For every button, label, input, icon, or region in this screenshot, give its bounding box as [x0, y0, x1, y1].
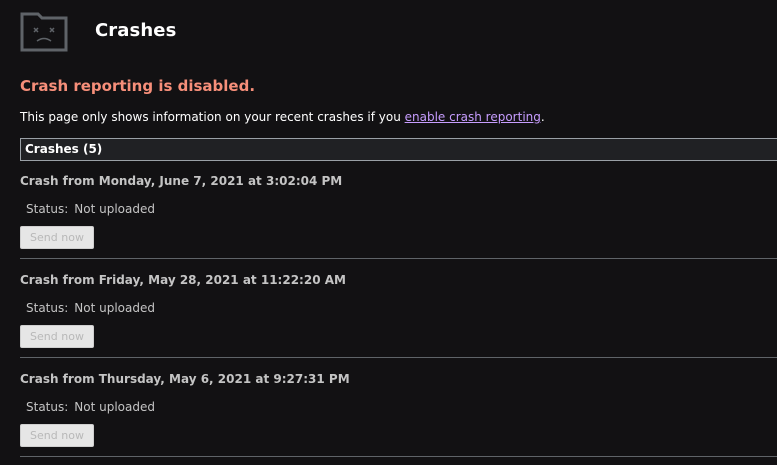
enable-crash-reporting-link[interactable]: enable crash reporting: [405, 110, 541, 124]
info-text-after: .: [540, 110, 545, 124]
crash-entry: Crash from Thursday, May 6, 2021 at 9:27…: [20, 372, 777, 465]
divider: [20, 456, 777, 457]
crash-title: Crash from Monday, June 7, 2021 at 3:02:…: [20, 174, 343, 188]
status-value: Not uploaded: [74, 400, 155, 414]
send-now-button[interactable]: Send now: [20, 325, 94, 348]
divider: [20, 258, 777, 259]
crashes-section-header: Crashes (5): [20, 138, 777, 161]
crash-reporting-disabled-heading: Crash reporting is disabled.: [20, 77, 256, 95]
status-label: Status:: [26, 301, 69, 315]
crash-entry: Crash from Friday, May 28, 2021 at 11:22…: [20, 273, 777, 372]
sad-folder-icon: [20, 12, 68, 52]
crash-title: Crash from Friday, May 28, 2021 at 11:22…: [20, 273, 346, 287]
crashes-page: Crashes Crash reporting is disabled. Thi…: [0, 0, 777, 465]
info-text-before: This page only shows information on your…: [20, 110, 405, 124]
divider: [20, 357, 777, 358]
status-label: Status:: [26, 202, 69, 216]
info-text: This page only shows information on your…: [20, 110, 545, 124]
status-value: Not uploaded: [74, 202, 155, 216]
status-value: Not uploaded: [74, 301, 155, 315]
send-now-button[interactable]: Send now: [20, 226, 94, 249]
crash-status-row: Status: Not uploaded: [26, 301, 155, 315]
crash-entry: Crash from Monday, June 7, 2021 at 3:02:…: [20, 174, 777, 273]
crash-status-row: Status: Not uploaded: [26, 202, 155, 216]
status-label: Status:: [26, 400, 69, 414]
send-now-button[interactable]: Send now: [20, 424, 94, 447]
page-title: Crashes: [95, 20, 177, 41]
crash-title: Crash from Thursday, May 6, 2021 at 9:27…: [20, 372, 350, 386]
crash-status-row: Status: Not uploaded: [26, 400, 155, 414]
